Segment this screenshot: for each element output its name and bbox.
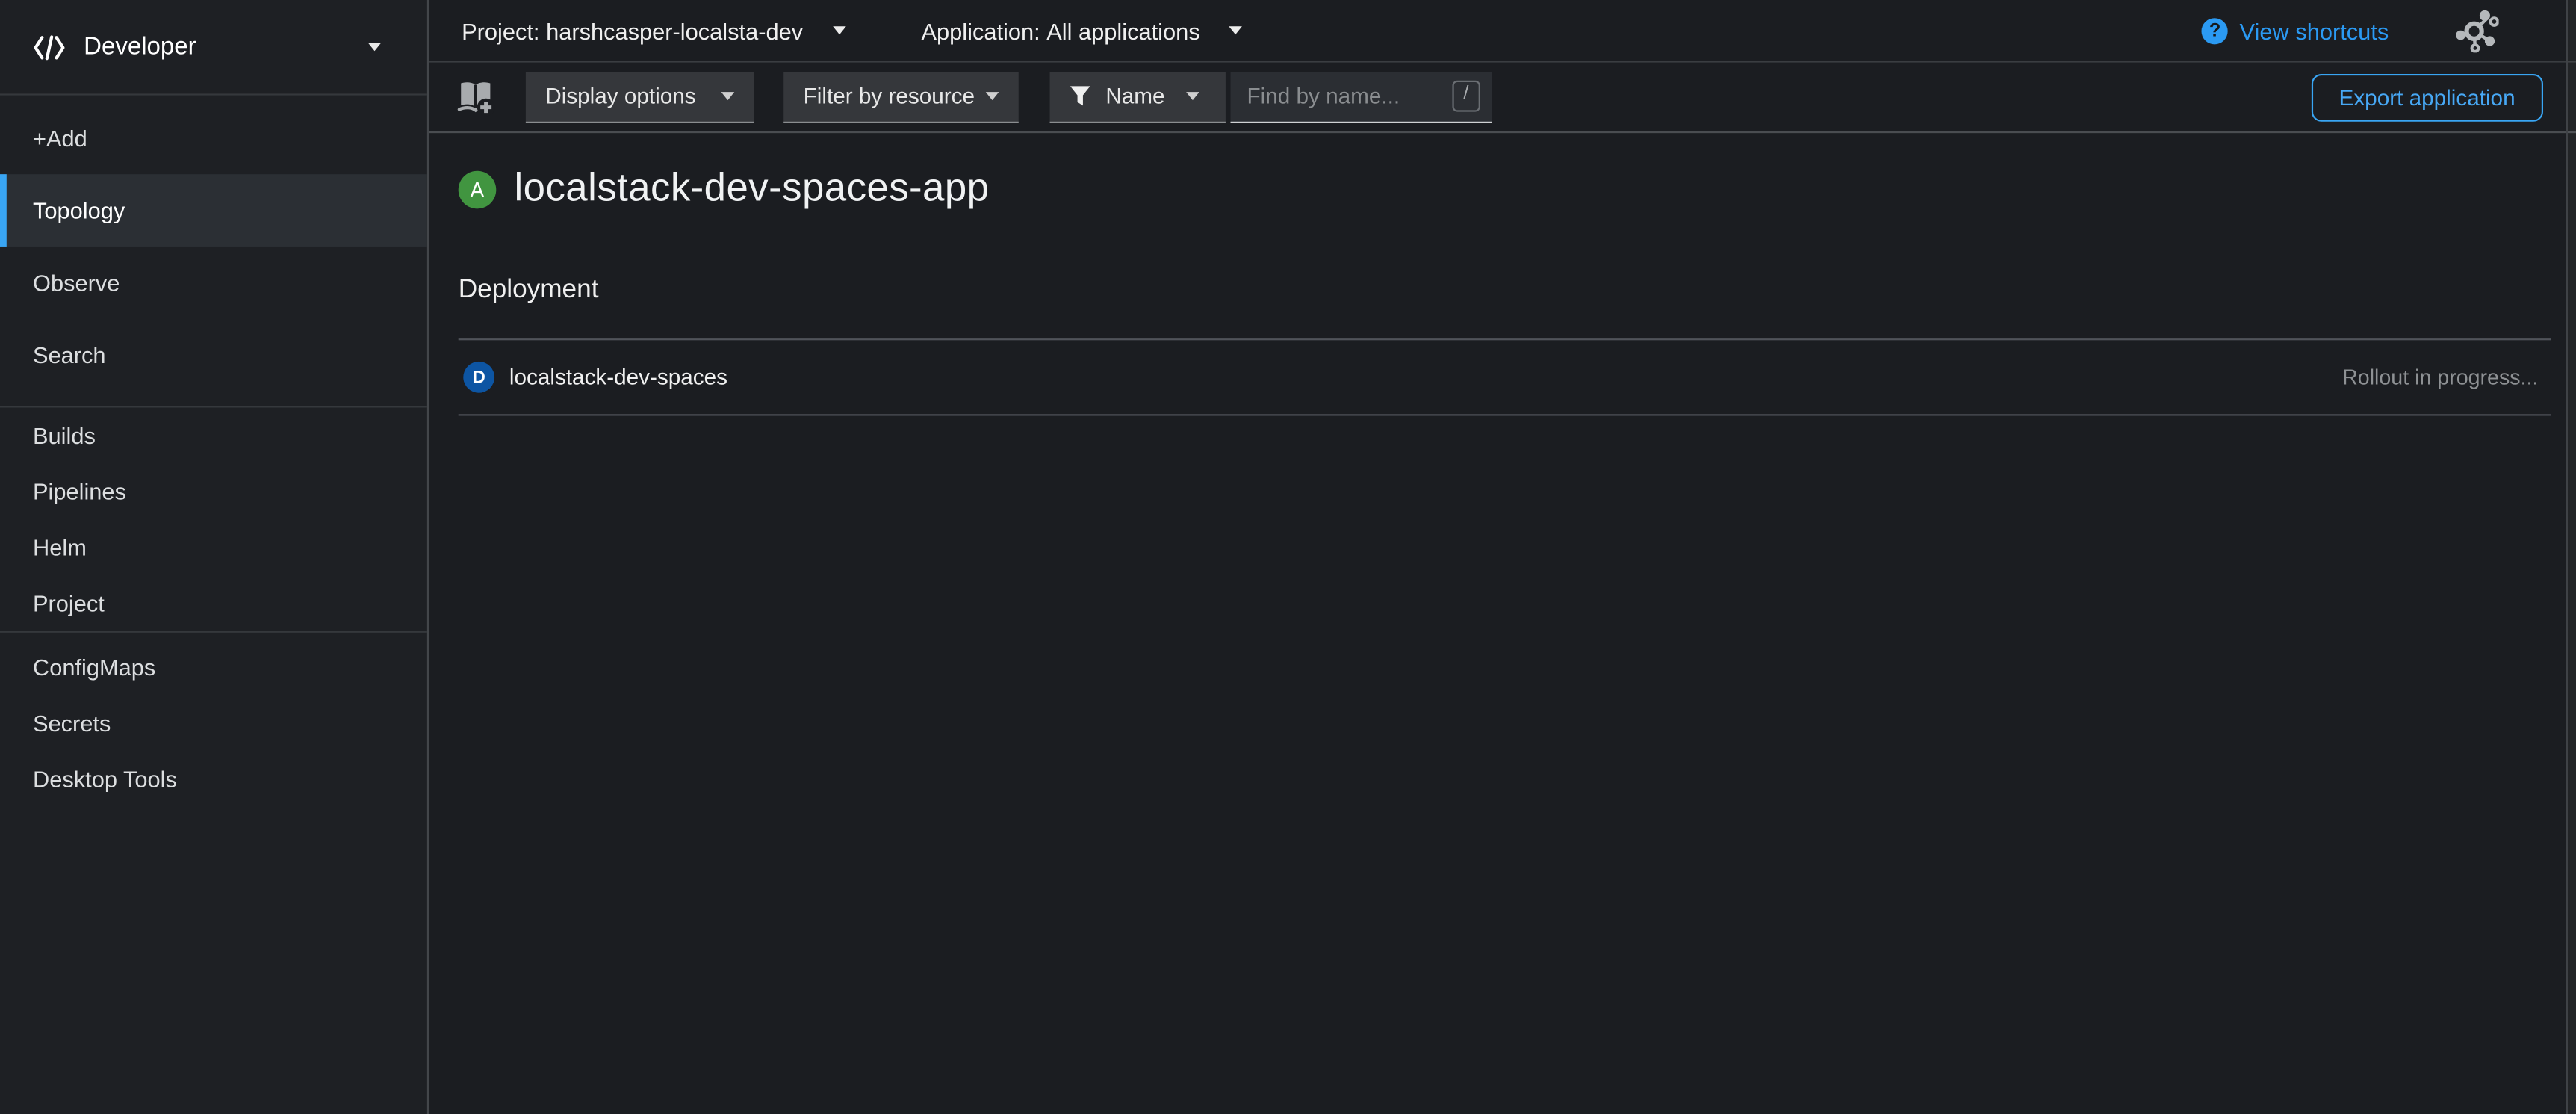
app-window: Developer +Add Topology Observe Search B…: [0, 0, 2576, 1114]
sidebar-item-helm[interactable]: Helm: [0, 519, 427, 575]
name-filter-label: Name: [1105, 84, 1164, 108]
chevron-down-icon: [368, 43, 382, 51]
topology-toolbar: Display options Filter by resource Name …: [429, 63, 2576, 134]
sidebar-item-desktop-tools[interactable]: Desktop Tools: [0, 751, 427, 807]
display-options-dropdown[interactable]: Display options: [526, 72, 754, 123]
section-heading: Deployment: [459, 271, 2551, 311]
deployment-row[interactable]: D localstack-dev-spaces Rollout in progr…: [459, 338, 2551, 415]
scrollbar-track[interactable]: [2566, 0, 2576, 1114]
page-title: localstack-dev-spaces-app: [514, 166, 989, 212]
deployment-status: Rollout in progress...: [2342, 365, 2538, 389]
display-options-label: Display options: [545, 84, 695, 108]
application-group-header: A localstack-dev-spaces-app: [459, 166, 2551, 212]
topology-graph-view-icon[interactable]: [2454, 8, 2498, 52]
application-badge: A: [459, 170, 497, 208]
help-icon: ?: [2202, 17, 2228, 43]
application-selector-value: All applications: [1046, 17, 1199, 43]
sidebar-item-observe[interactable]: Observe: [0, 247, 427, 319]
export-application-button[interactable]: Export application: [2311, 73, 2543, 121]
project-selector-label: Project:: [462, 17, 539, 43]
project-selector[interactable]: Project: harshcasper-localsta-dev: [448, 17, 858, 43]
application-selector[interactable]: Application: All applications: [908, 17, 1256, 43]
sidebar: Developer +Add Topology Observe Search B…: [0, 0, 429, 1114]
sidebar-nav: +Add Topology Observe Search Builds Pipe…: [0, 96, 427, 1114]
find-by-name-field: /: [1231, 72, 1492, 123]
topology-list-view: A localstack-dev-spaces-app Deployment D…: [429, 133, 2576, 1114]
filter-funnel-icon: [1070, 85, 1091, 107]
perspective-label: Developer: [84, 33, 196, 61]
chevron-down-icon: [1186, 92, 1199, 100]
quick-search-add-icon[interactable]: [455, 77, 496, 117]
filter-by-resource-dropdown[interactable]: Filter by resource: [783, 72, 1019, 123]
deployment-badge: D: [463, 362, 494, 393]
sidebar-item-builds[interactable]: Builds: [0, 408, 427, 464]
slash-shortcut-key: /: [1452, 81, 1480, 111]
view-shortcuts-link[interactable]: ? View shortcuts: [2202, 17, 2389, 43]
find-by-name-input[interactable]: [1247, 84, 1453, 108]
project-selector-value: harshcasper-localsta-dev: [546, 17, 803, 43]
sidebar-item-topology[interactable]: Topology: [0, 174, 427, 247]
chevron-down-icon: [986, 92, 999, 100]
filter-by-resource-label: Filter by resource: [804, 84, 975, 108]
main-area: Project: harshcasper-localsta-dev Applic…: [429, 0, 2576, 1114]
sidebar-item-project[interactable]: Project: [0, 575, 427, 631]
chevron-down-icon: [833, 26, 846, 34]
sidebar-item-add[interactable]: +Add: [0, 102, 427, 174]
application-selector-label: Application:: [921, 17, 1040, 43]
context-bar: Project: harshcasper-localsta-dev Applic…: [429, 0, 2576, 63]
deployment-name-link[interactable]: localstack-dev-spaces: [509, 365, 727, 389]
perspective-switcher[interactable]: Developer: [0, 0, 427, 96]
chevron-down-icon: [1229, 26, 1243, 34]
code-icon: [33, 34, 66, 60]
name-filter-dropdown[interactable]: Name: [1050, 72, 1226, 123]
sidebar-item-secrets[interactable]: Secrets: [0, 695, 427, 751]
chevron-down-icon: [721, 92, 735, 100]
sidebar-item-search[interactable]: Search: [0, 319, 427, 392]
view-shortcuts-label: View shortcuts: [2240, 17, 2389, 43]
sidebar-item-pipelines[interactable]: Pipelines: [0, 463, 427, 519]
sidebar-item-configmaps[interactable]: ConfigMaps: [0, 640, 427, 696]
